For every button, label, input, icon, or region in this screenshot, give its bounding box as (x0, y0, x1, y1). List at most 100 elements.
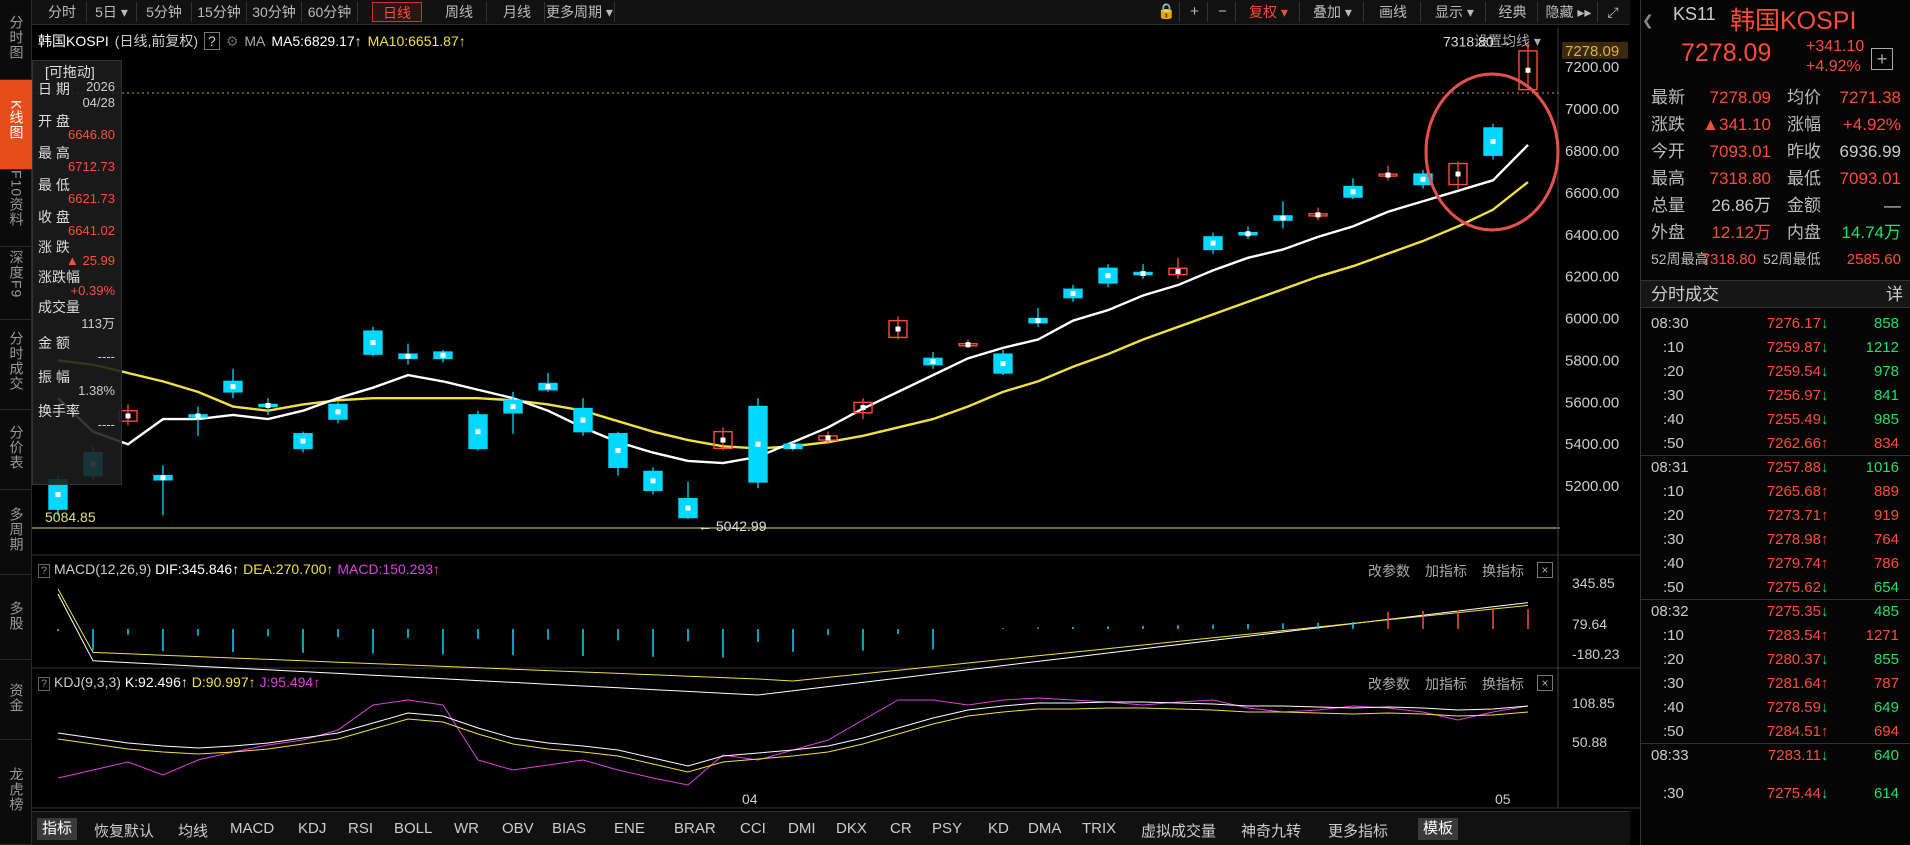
sidebar-tab-label: 分时图 (8, 14, 25, 60)
zoom-in-icon[interactable]: + (1182, 2, 1208, 22)
current-price-tag: 7278.09 (1565, 43, 1619, 60)
period-tab-2[interactable]: 5分钟 (137, 2, 192, 22)
kdj-btn-1[interactable]: 加指标 (1425, 674, 1467, 694)
sidebar-tab-4[interactable]: 分时成交 (0, 320, 32, 410)
indicator-tab-9[interactable]: BIAS (552, 820, 586, 837)
tool-4[interactable]: 经典 (1488, 2, 1538, 22)
sidebar-tab-label: 分时成交 (8, 331, 25, 391)
indicator-tab-11[interactable]: BRAR (674, 820, 716, 837)
macd-btn-1[interactable]: 加指标 (1425, 561, 1467, 581)
trade-volume: 485 (1873, 603, 1899, 620)
indicator-tab-4[interactable]: KDJ (298, 820, 326, 837)
trade-price: 7255.49 (1766, 411, 1821, 428)
indicator-tab-6[interactable]: BOLL (394, 820, 432, 837)
trade-price: 7278.98 (1766, 531, 1821, 548)
indicator-tab-12[interactable]: CCI (740, 820, 766, 837)
indicator-tab-23[interactable]: 模板 (1418, 818, 1459, 840)
indicator-tab-8[interactable]: OBV (502, 820, 534, 837)
quote-value: 7278.09 (1709, 88, 1771, 107)
indicator-tab-17[interactable]: KD (988, 820, 1009, 837)
trade-time: :30 (1663, 675, 1684, 692)
trades-detail-icon[interactable]: 详 (1886, 281, 1903, 309)
tool-2[interactable]: 画线 (1366, 2, 1421, 22)
sidebar-tab-7[interactable]: 多股 (0, 575, 32, 660)
indicator-tab-7[interactable]: WR (454, 820, 479, 837)
trade-price: 7273.71 (1766, 507, 1821, 524)
indicator-tab-18[interactable]: DMA (1028, 820, 1061, 837)
tool-0[interactable]: 复权 ▾ (1238, 2, 1300, 22)
help-icon[interactable]: ? (204, 32, 220, 50)
sidebar-tab-9[interactable]: 龙虎榜 (0, 740, 32, 845)
price-axis-label: 5200.00 (1565, 478, 1619, 495)
sidebar-tab-5[interactable]: 分价表 (0, 410, 32, 490)
tool-3[interactable]: 显示 ▾ (1424, 2, 1486, 22)
sidebar-tab-8[interactable]: 资金 (0, 660, 32, 740)
indicator-tab-13[interactable]: DMI (788, 820, 816, 837)
macd-btn-2[interactable]: 换指标 (1482, 561, 1524, 581)
trade-row: 08:30 7276.17 ↓ 858 (1641, 312, 1910, 336)
zoom-out-icon[interactable]: − (1210, 2, 1236, 22)
trade-price: 7283.11 (1767, 747, 1821, 764)
data-info-box[interactable]: [可拖动] 日 期 2026 04/28 开 盘 6646.80 最 高 6712.73 最 低… (32, 60, 122, 485)
indicator-tab-5[interactable]: RSI (348, 820, 373, 837)
dea-line (57, 588, 1529, 682)
kdj-close-icon[interactable]: × (1537, 675, 1553, 691)
add-watchlist-icon[interactable]: + (1871, 48, 1893, 70)
kdj-btn-2[interactable]: 换指标 (1482, 674, 1524, 694)
period-tab-8[interactable]: 月线 (490, 2, 545, 22)
indicator-tab-3[interactable]: MACD (230, 820, 274, 837)
info-label-8: 成交量 (38, 299, 80, 315)
period-tab-5[interactable]: 60分钟 (302, 2, 358, 22)
indicator-tab-20[interactable]: 虚拟成交量 (1141, 820, 1216, 841)
candle-marker (545, 384, 551, 390)
sidebar-tab-1[interactable]: K线图 (0, 80, 32, 170)
candle-marker (1035, 318, 1041, 324)
period-tab-0[interactable]: 分时 (38, 2, 87, 22)
expand-icon[interactable]: ⤢ (1600, 2, 1626, 22)
candle-marker (335, 409, 341, 415)
price-chart[interactable]: 7200.00 7000.00 6800.00 6600.00 6400.00 6200.… (0, 0, 1910, 845)
period-tab-9[interactable]: 更多周期 ▾ (545, 2, 615, 22)
indicator-tab-14[interactable]: DKX (836, 820, 867, 837)
sidebar-tab-2[interactable]: F10资料 (0, 170, 32, 247)
indicator-tab-10[interactable]: ENE (614, 820, 645, 837)
pane-question-icon[interactable]: ? (38, 677, 51, 691)
gear-icon[interactable]: ⚙ (226, 33, 239, 49)
sidebar-tab-6[interactable]: 多周期 (0, 490, 32, 575)
period-tab-6[interactable]: 日线 (372, 2, 422, 22)
candle-body (1378, 173, 1398, 177)
indicator-tab-2[interactable]: 均线 (178, 820, 208, 841)
indicator-tab-16[interactable]: PSY (932, 820, 962, 837)
period-tab-1[interactable]: 5日 ▾ (87, 2, 137, 22)
macd-btn-0[interactable]: 改参数 (1368, 561, 1410, 581)
date-axis-label: 05 (1495, 791, 1511, 807)
kdj-d: D:90.997↑ (191, 674, 256, 690)
kdj-axis-label: 50.88 (1572, 734, 1607, 750)
indicator-tab-1[interactable]: 恢复默认 (94, 820, 154, 841)
indicator-tab-0[interactable]: 指标 (37, 818, 78, 840)
tool-1[interactable]: 叠加 ▾ (1302, 2, 1364, 22)
indicator-tab-22[interactable]: 更多指标 (1328, 820, 1388, 841)
indicator-tab-15[interactable]: CR (890, 820, 912, 837)
trades-header: 分时成交 详 (1641, 280, 1910, 308)
period-tab-3[interactable]: 15分钟 (192, 2, 247, 22)
indicator-tab-19[interactable]: TRIX (1082, 820, 1116, 837)
candle-marker (1175, 268, 1181, 274)
kdj-btn-0[interactable]: 改参数 (1368, 674, 1410, 694)
sidebar-tab-0[interactable]: 分时图 (0, 0, 32, 80)
lock-icon[interactable]: 🔒 (1154, 2, 1180, 22)
ma-settings-button[interactable]: 设置均线 ▾ (1474, 31, 1541, 51)
pane-close-icon[interactable]: ? (38, 564, 51, 578)
trade-arrow: ↑ (1821, 483, 1829, 500)
price-axis-label: 7000.00 (1565, 101, 1619, 118)
collapse-icon[interactable]: ❮ (1642, 12, 1654, 29)
sidebar-tab-3[interactable]: 深度F9 (0, 247, 32, 320)
period-tab-7[interactable]: 周线 (432, 2, 487, 22)
candle-body (993, 353, 1013, 374)
candle-body (608, 433, 628, 468)
quote-value: 26.86万 (1711, 196, 1771, 215)
macd-close-icon[interactable]: × (1537, 562, 1553, 578)
period-tab-4[interactable]: 30分钟 (247, 2, 302, 22)
indicator-tab-21[interactable]: 神奇九转 (1241, 820, 1301, 841)
tool-5[interactable]: 隐藏 ▸▸ (1540, 2, 1598, 22)
